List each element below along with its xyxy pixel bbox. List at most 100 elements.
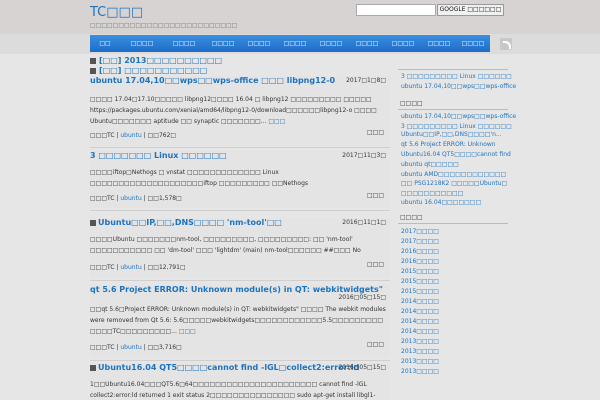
post-date: 2017□11□3□: [342, 152, 386, 159]
post-list: [□□] 2013□□□□□□□□□□ [□□] □□□□□□□□□□□ ubu…: [90, 54, 390, 400]
popular-post-link[interactable]: ubuntu 16.04□□□□□□□: [401, 199, 481, 206]
nav-item[interactable]: □□□□: [206, 35, 240, 52]
archive-link[interactable]: 2014□□□□: [401, 328, 439, 335]
post-meta: □□□TC | ubuntu | □□762□: [90, 132, 177, 139]
recent-post-link[interactable]: ubuntu 17.04,10□□wps□□wps-office: [401, 83, 516, 90]
post-item: 3 □□□□□□□ Linux □□□□□□ 2017□11□3□ □□□□if…: [90, 151, 390, 208]
archive-link[interactable]: 2014□□□□: [401, 308, 439, 315]
post-comment-link[interactable]: □□□: [367, 261, 384, 268]
popular-post-link[interactable]: 3 □□□□□□□□□ Linux □□□□□□: [401, 123, 512, 130]
archive-link[interactable]: 2013□□□□: [401, 368, 439, 375]
post-divider: [90, 147, 390, 148]
post-category-link[interactable]: ubuntu: [120, 344, 141, 351]
post-title[interactable]: Ubuntu□□IP,□□,DNS□□□□ 'nm-tool'□□: [90, 218, 282, 227]
post-views: □□1,578□: [147, 195, 182, 202]
post-title[interactable]: Ubuntu16.04 QT5□□□□cannot find -lGL□coll…: [90, 363, 359, 372]
post-author: □□□TC: [90, 132, 115, 139]
nav-item[interactable]: □□□□: [350, 35, 384, 52]
post-title[interactable]: 3 □□□□□□□ Linux □□□□□□: [90, 151, 227, 160]
post-category-link[interactable]: ubuntu: [120, 264, 141, 271]
post-divider: [90, 280, 390, 281]
post-excerpt: □□qt 5.6□Project ERROR: Unknown module(s…: [90, 304, 386, 338]
post-comment-link[interactable]: □□□: [367, 341, 384, 348]
post-date: 2016□05□15□: [338, 364, 386, 371]
post-excerpt-text: 1□□Ubuntu16.04□□□QT5.6□64□□□□□□□□□□□□□□□…: [90, 381, 376, 399]
archive-link[interactable]: 2014□□□□: [401, 318, 439, 325]
read-more-link[interactable]: □□□: [179, 328, 196, 335]
post-author: □□□TC: [90, 195, 115, 202]
nav-item[interactable]: □□□□: [164, 35, 204, 52]
post-excerpt: □□□□Ubuntu □□□□□□□nm-tool, □□□□□□□□□, □□…: [90, 234, 386, 258]
widget-divider: [398, 109, 508, 110]
archive-link[interactable]: 2014□□□□: [401, 298, 439, 305]
archive-title: □□□□: [400, 214, 423, 221]
site-header: TC□□□ □□□□□□□□□□□□□□□□□□□□□□□□□□ GOOGLE …: [0, 0, 600, 34]
post-excerpt-text: □□qt 5.6□Project ERROR: Unknown module(s…: [90, 306, 386, 335]
nav-item[interactable]: □□□□: [242, 35, 276, 52]
widget-divider: [398, 69, 508, 70]
post-excerpt-text: □□□□iftop□Nethogs □ vnstat □□□□□□□□□□□□□…: [90, 169, 308, 187]
popular-post-link[interactable]: ubuntu 17.04,10□□wps□□wps-office: [401, 113, 516, 120]
archive-link[interactable]: 2017□□□□: [401, 228, 439, 235]
archive-link[interactable]: 2015□□□□: [401, 278, 439, 285]
post-views: □□3,716□: [147, 344, 182, 351]
read-more-link[interactable]: □□□: [268, 118, 285, 125]
sticky-post-link[interactable]: [□□] □□□□□□□□□□□: [90, 66, 207, 76]
post-date: 2016□11□1□: [342, 219, 386, 226]
sidebar: 3 □□□□□□□□□ Linux □□□□□□ ubuntu 17.04,10…: [398, 54, 516, 400]
popular-post-link[interactable]: ubuntu AMD□□□□□□□□□□□□: [401, 171, 506, 178]
post-excerpt: □□□□iftop□Nethogs □ vnstat □□□□□□□□□□□□□…: [90, 167, 386, 191]
post-title[interactable]: ubuntu 17.04,10□□wps□□wps-office □□□ lib…: [90, 76, 335, 85]
post-meta: □□□TC | ubuntu | □□1,578□: [90, 195, 182, 202]
post-item: Ubuntu16.04 QT5□□□□cannot find -lGL□coll…: [90, 363, 390, 400]
nav-item[interactable]: □□□□: [386, 35, 420, 52]
post-meta: □□□TC | ubuntu | □□3,716□: [90, 344, 182, 351]
post-views: □□762□: [147, 132, 177, 139]
post-author: □□□TC: [90, 264, 115, 271]
popular-post-link[interactable]: ubuntu qt□□□□□: [401, 161, 459, 168]
post-comment-link[interactable]: □□□: [367, 129, 384, 136]
popular-post-link[interactable]: Ubuntu16.04 QT5□□□□cannot find: [401, 151, 511, 158]
nav-item-home[interactable]: □□: [90, 35, 120, 52]
rss-icon[interactable]: [500, 38, 512, 50]
nav-item[interactable]: □□□□: [422, 35, 456, 52]
post-excerpt-text: □□□□ 17.04□17.10□□□□□ libpng12□□□□ 16.04…: [90, 96, 377, 125]
archive-link[interactable]: 2016□□□□: [401, 258, 439, 265]
post-author: □□□TC: [90, 344, 115, 351]
post-excerpt: 1□□Ubuntu16.04□□□QT5.6□64□□□□□□□□□□□□□□□…: [90, 379, 386, 400]
search-input[interactable]: [356, 4, 436, 16]
archive-link[interactable]: 2015□□□□: [401, 268, 439, 275]
popular-post-link[interactable]: qt 5.6 Project ERROR: Unknown: [401, 141, 496, 148]
popular-post-link[interactable]: □□□□□□□□□□□: [401, 190, 463, 197]
nav-item[interactable]: □□□□: [278, 35, 312, 52]
post-date: 2017□1□8□: [346, 77, 386, 84]
post-views: □□12,791□: [147, 264, 186, 271]
post-date: 2016□05□15□: [338, 294, 386, 301]
post-divider: [90, 210, 390, 211]
archive-link[interactable]: 2017□□□□: [401, 238, 439, 245]
post-excerpt: □□□□ 17.04□17.10□□□□□ libpng12□□□□ 16.04…: [90, 94, 386, 129]
post-category-link[interactable]: ubuntu: [120, 132, 141, 139]
archive-link[interactable]: 2016□□□□: [401, 248, 439, 255]
site-description: □□□□□□□□□□□□□□□□□□□□□□□□□□: [90, 22, 238, 29]
archive-link[interactable]: 2013□□□□: [401, 338, 439, 345]
popular-post-link[interactable]: □□ PSG1218K2 □□□□□Ubuntu□: [401, 180, 507, 187]
post-excerpt-text: □□□□Ubuntu □□□□□□□nm-tool, □□□□□□□□□, □□…: [90, 236, 361, 254]
recent-post-link[interactable]: 3 □□□□□□□□□ Linux □□□□□□: [401, 73, 512, 80]
search-button[interactable]: GOOGLE □□□□□□: [437, 4, 504, 16]
widget-divider: [398, 223, 508, 224]
nav-item[interactable]: □□□□: [122, 35, 162, 52]
post-title[interactable]: qt 5.6 Project ERROR: Unknown module(s) …: [90, 285, 383, 294]
nav-item[interactable]: □□□□: [314, 35, 348, 52]
post-category-link[interactable]: ubuntu: [120, 195, 141, 202]
sticky-post-link[interactable]: [□□] 2013□□□□□□□□□□: [90, 56, 222, 66]
post-divider: [90, 360, 390, 361]
archive-link[interactable]: 2013□□□□: [401, 348, 439, 355]
popular-post-link[interactable]: Ubuntu□□IP,□□,DNS□□□□'n...: [401, 131, 502, 138]
archive-link[interactable]: 2015□□□□: [401, 288, 439, 295]
nav-item[interactable]: □□□□: [456, 35, 490, 52]
archive-link[interactable]: 2013□□□□: [401, 358, 439, 365]
post-item: Ubuntu□□IP,□□,DNS□□□□ 'nm-tool'□□ 2016□1…: [90, 218, 390, 278]
post-comment-link[interactable]: □□□: [367, 192, 384, 199]
site-title[interactable]: TC□□□: [90, 5, 143, 20]
